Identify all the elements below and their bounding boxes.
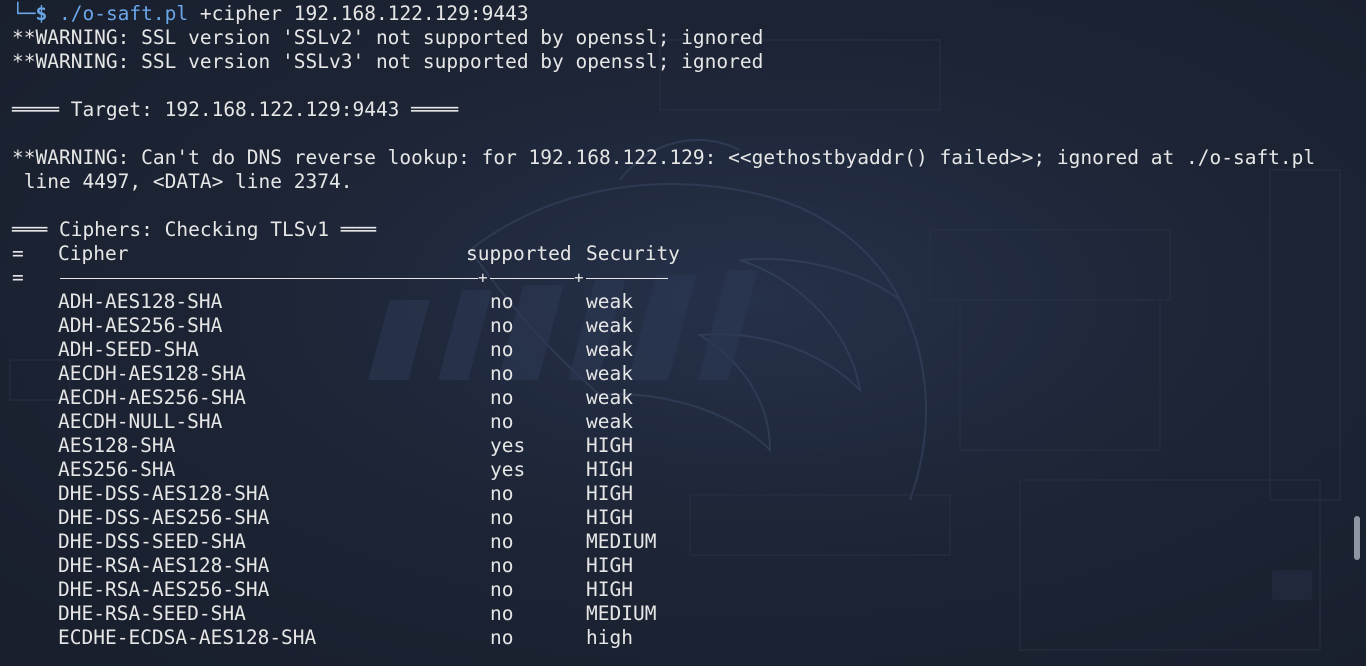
cipher-name: DHE-DSS-AES128-SHA [58,482,270,505]
separator-line [586,278,668,279]
table-row: DHE-RSA-SEED-SHA no MEDIUM [12,602,1346,626]
cipher-name: AES256-SHA [58,458,176,481]
cipher-security: weak [586,338,633,361]
cipher-supported: no [490,530,514,553]
cipher-supported: no [490,506,514,529]
cipher-supported: no [490,410,514,433]
cipher-name: AECDH-AES128-SHA [58,362,246,385]
cipher-security: HIGH [586,434,633,457]
scrollbar[interactable] [1352,0,1360,666]
scrollbar-thumb[interactable] [1354,516,1360,560]
command-path: ./o-saft.pl [58,2,189,25]
cipher-name: AECDH-AES256-SHA [58,386,246,409]
table-row: DHE-RSA-AES128-SHA no HIGH [12,554,1346,578]
table-row: DHE-DSS-AES256-SHA no HIGH [12,506,1346,530]
table-separator-row: = + + [12,266,1346,290]
cipher-name: ADH-SEED-SHA [58,338,199,361]
separator-plus: + [478,268,488,287]
cipher-name: ADH-AES256-SHA [58,314,223,337]
cipher-name: DHE-RSA-SEED-SHA [58,602,246,625]
table-row: ECDHE-ECDSA-AES128-SHA no high [12,626,1346,650]
cipher-name: DHE-DSS-SEED-SHA [58,530,246,553]
cipher-security: MEDIUM [586,530,657,553]
separator-line [60,278,478,279]
cipher-supported: no [490,626,514,649]
table-prefix: = [12,266,24,289]
table-row: AECDH-NULL-SHA no weak [12,410,1346,434]
cipher-name: DHE-RSA-AES128-SHA [58,554,270,577]
cipher-security: weak [586,362,633,385]
table-row: AES256-SHA yes HIGH [12,458,1346,482]
table-row: DHE-DSS-AES128-SHA no HIGH [12,482,1346,506]
cipher-supported: no [490,602,514,625]
separator-line [490,278,574,279]
table-row: ADH-SEED-SHA no weak [12,338,1346,362]
cipher-security: weak [586,386,633,409]
table-prefix: = [12,242,24,265]
cipher-security: HIGH [586,482,633,505]
cipher-supported: no [490,386,514,409]
cipher-security: high [586,626,633,649]
cipher-security: MEDIUM [586,602,657,625]
cipher-name: ECDHE-ECDSA-AES128-SHA [58,626,317,649]
cipher-supported: no [490,338,514,361]
ciphers-header: ═══ Ciphers: Checking TLSv1 ═══ [12,218,376,241]
cipher-supported: no [490,482,514,505]
cipher-supported: no [490,314,514,337]
warning-sslv3: **WARNING: SSL version 'SSLv3' not suppo… [12,50,764,73]
table-row: ADH-AES128-SHA no weak [12,290,1346,314]
table-row: ADH-AES256-SHA no weak [12,314,1346,338]
cipher-security: HIGH [586,506,633,529]
prompt-symbol: $ [35,2,48,25]
cipher-supported: no [490,578,514,601]
column-header-security: Security [586,242,680,265]
cipher-name: AECDH-NULL-SHA [58,410,223,433]
terminal-window[interactable]: └─$ ./o-saft.pl +cipher 192.168.122.129:… [0,0,1366,666]
cipher-supported: no [490,554,514,577]
prompt-corner: └─ [12,2,36,25]
cipher-table-body: ADH-AES128-SHA no weak ADH-AES256-SHA no… [12,290,1346,650]
cipher-supported: yes [490,458,526,481]
cipher-name: AES128-SHA [58,434,176,457]
table-row: AES128-SHA yes HIGH [12,434,1346,458]
table-row: AECDH-AES128-SHA no weak [12,362,1346,386]
cipher-security: weak [586,314,633,337]
cipher-name: DHE-DSS-AES256-SHA [58,506,270,529]
table-row: DHE-RSA-AES256-SHA no HIGH [12,578,1346,602]
cipher-security: weak [586,290,633,313]
cipher-security: HIGH [586,554,633,577]
cipher-supported: no [490,290,514,313]
warning-sslv2: **WARNING: SSL version 'SSLv2' not suppo… [12,26,764,49]
target-header: ════ Target: 192.168.122.129:9443 ════ [12,98,459,121]
cipher-security: HIGH [586,578,633,601]
cipher-security: weak [586,410,633,433]
terminal-output: └─$ ./o-saft.pl +cipher 192.168.122.129:… [12,2,1346,650]
cipher-supported: yes [490,434,526,457]
dns-warning-line-2: line 4497, <DATA> line 2374. [12,170,353,193]
dns-warning-line-1: **WARNING: Can't do DNS reverse lookup: … [12,146,1316,169]
column-header-cipher: Cipher [58,242,129,265]
cipher-security: HIGH [586,458,633,481]
cipher-supported: no [490,362,514,385]
command-args: +cipher 192.168.122.129:9443 [188,2,529,25]
command-line: └─$ ./o-saft.pl +cipher 192.168.122.129:… [12,2,1346,26]
column-header-supported: supported [466,242,572,265]
cipher-name: ADH-AES128-SHA [58,290,223,313]
table-row: DHE-DSS-SEED-SHA no MEDIUM [12,530,1346,554]
table-row: AECDH-AES256-SHA no weak [12,386,1346,410]
separator-plus: + [574,268,584,287]
table-header-row: = Cipher supported Security [12,242,1346,266]
cipher-name: DHE-RSA-AES256-SHA [58,578,270,601]
